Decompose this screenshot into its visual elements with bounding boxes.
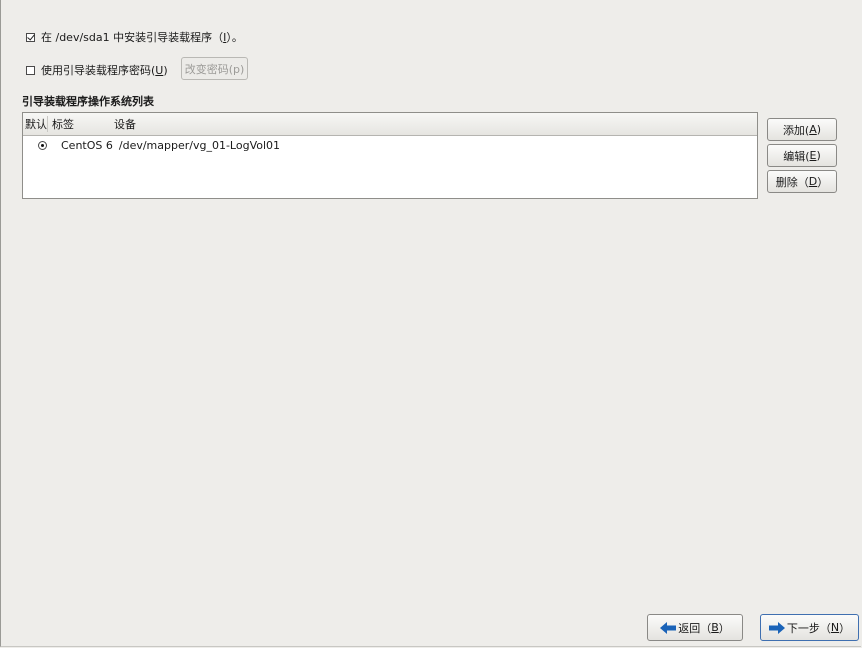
os-label-cell: CentOS 6 (61, 139, 113, 152)
os-list-title: 引导装载程序操作系统列表 (22, 95, 154, 108)
install-bootloader-label: 在 /dev/sda1 中安装引导装载程序（I）。 (41, 31, 243, 44)
os-list: 默认 标签 设备 CentOS 6 /dev/mapper/vg_01-LogV… (22, 112, 758, 199)
install-bootloader-option[interactable]: 在 /dev/sda1 中安装引导装载程序（I）。 (26, 29, 243, 45)
change-password-button[interactable]: 改变密码(p) (181, 57, 248, 80)
install-bootloader-checkbox[interactable] (26, 32, 35, 42)
column-header-default[interactable]: 默认 (23, 116, 48, 132)
os-list-header: 默认 标签 设备 (23, 113, 757, 136)
next-button[interactable]: 下一步（ N） (760, 614, 859, 641)
default-radio[interactable] (37, 141, 47, 150)
table-row[interactable]: CentOS 6 /dev/mapper/vg_01-LogVol01 (23, 139, 757, 152)
use-password-checkbox[interactable] (26, 65, 35, 75)
use-password-label: 使用引导装载程序密码(U) (41, 64, 168, 77)
column-header-device[interactable]: 设备 (92, 116, 136, 132)
os-device-cell: /dev/mapper/vg_01-LogVol01 (118, 139, 281, 152)
arrow-right-icon (768, 621, 785, 634)
back-button[interactable]: 返回（ B） (647, 614, 743, 641)
delete-button[interactable]: 删除（ D） (767, 170, 837, 193)
edit-button[interactable]: 编辑(E) (767, 144, 837, 167)
use-password-option[interactable]: 使用引导装载程序密码(U) (26, 62, 168, 78)
arrow-left-icon (660, 621, 677, 634)
column-header-label[interactable]: 标签 (48, 116, 92, 132)
add-button[interactable]: 添加(A) (767, 118, 837, 141)
